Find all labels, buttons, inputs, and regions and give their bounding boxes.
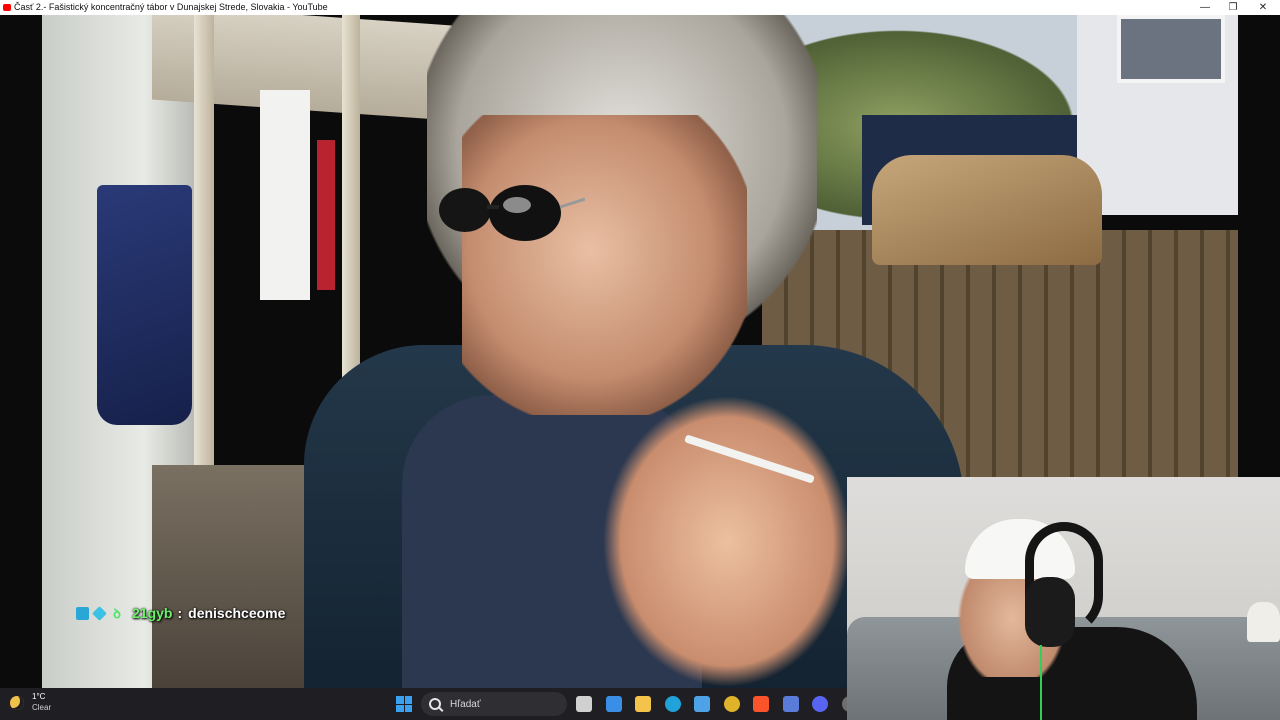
window-title-bar: Časť 2.- Fašistický koncentračný tábor v… [0, 0, 1280, 15]
windows-logo-icon [396, 696, 404, 704]
file-explorer-icon[interactable] [635, 696, 651, 712]
task-view-icon[interactable] [576, 696, 592, 712]
webcam-overlay [847, 477, 1280, 720]
headphone-cable [1040, 645, 1042, 720]
start-button[interactable] [396, 696, 412, 712]
hanging-laundry [260, 90, 310, 300]
person-hand [602, 395, 852, 688]
chat-message-overlay: ꝺ 21gyb : denischceome [76, 602, 285, 624]
youtube-icon [3, 4, 11, 11]
taskbar: 1°C Clear Hľadať [0, 688, 858, 720]
hanging-laundry [317, 140, 335, 290]
close-button[interactable]: ✕ [1248, 0, 1278, 15]
chat-message-text: denischceome [188, 605, 286, 621]
chat-username: 21gyb [132, 605, 173, 621]
weather-condition: Clear [32, 703, 52, 712]
hanging-laundry [97, 185, 192, 425]
minimize-button[interactable]: — [1190, 0, 1220, 15]
discord-icon[interactable] [812, 696, 828, 712]
search-placeholder: Hľadať [450, 698, 481, 710]
gem-badge-icon [92, 605, 107, 621]
house-window [1117, 15, 1225, 83]
microsoft-store-icon[interactable] [605, 696, 622, 712]
brave-icon[interactable] [753, 696, 769, 712]
edge-icon[interactable] [664, 696, 681, 712]
notepad-icon[interactable] [782, 696, 799, 712]
window-title: Časť 2.- Fašistický koncentračný tábor v… [14, 2, 328, 12]
taskbar-search[interactable]: Hľadať [421, 692, 567, 716]
weather-temperature: 1°C [32, 692, 46, 701]
chat-separator: : [177, 605, 183, 621]
restore-button[interactable]: ❐ [1218, 0, 1248, 15]
lamp [1247, 602, 1280, 642]
moon-icon [10, 696, 24, 710]
sunglasses [439, 185, 585, 241]
person-face [462, 115, 747, 415]
weather-widget[interactable]: 1°C Clear [10, 692, 51, 714]
headphone-earcup [1025, 577, 1075, 647]
photos-icon[interactable] [694, 696, 710, 712]
tarp [872, 155, 1102, 265]
partner-badge-icon: ꝺ [113, 605, 121, 621]
chrome-icon[interactable] [723, 696, 740, 712]
search-icon [429, 698, 441, 710]
moderator-badge-icon [76, 606, 89, 620]
